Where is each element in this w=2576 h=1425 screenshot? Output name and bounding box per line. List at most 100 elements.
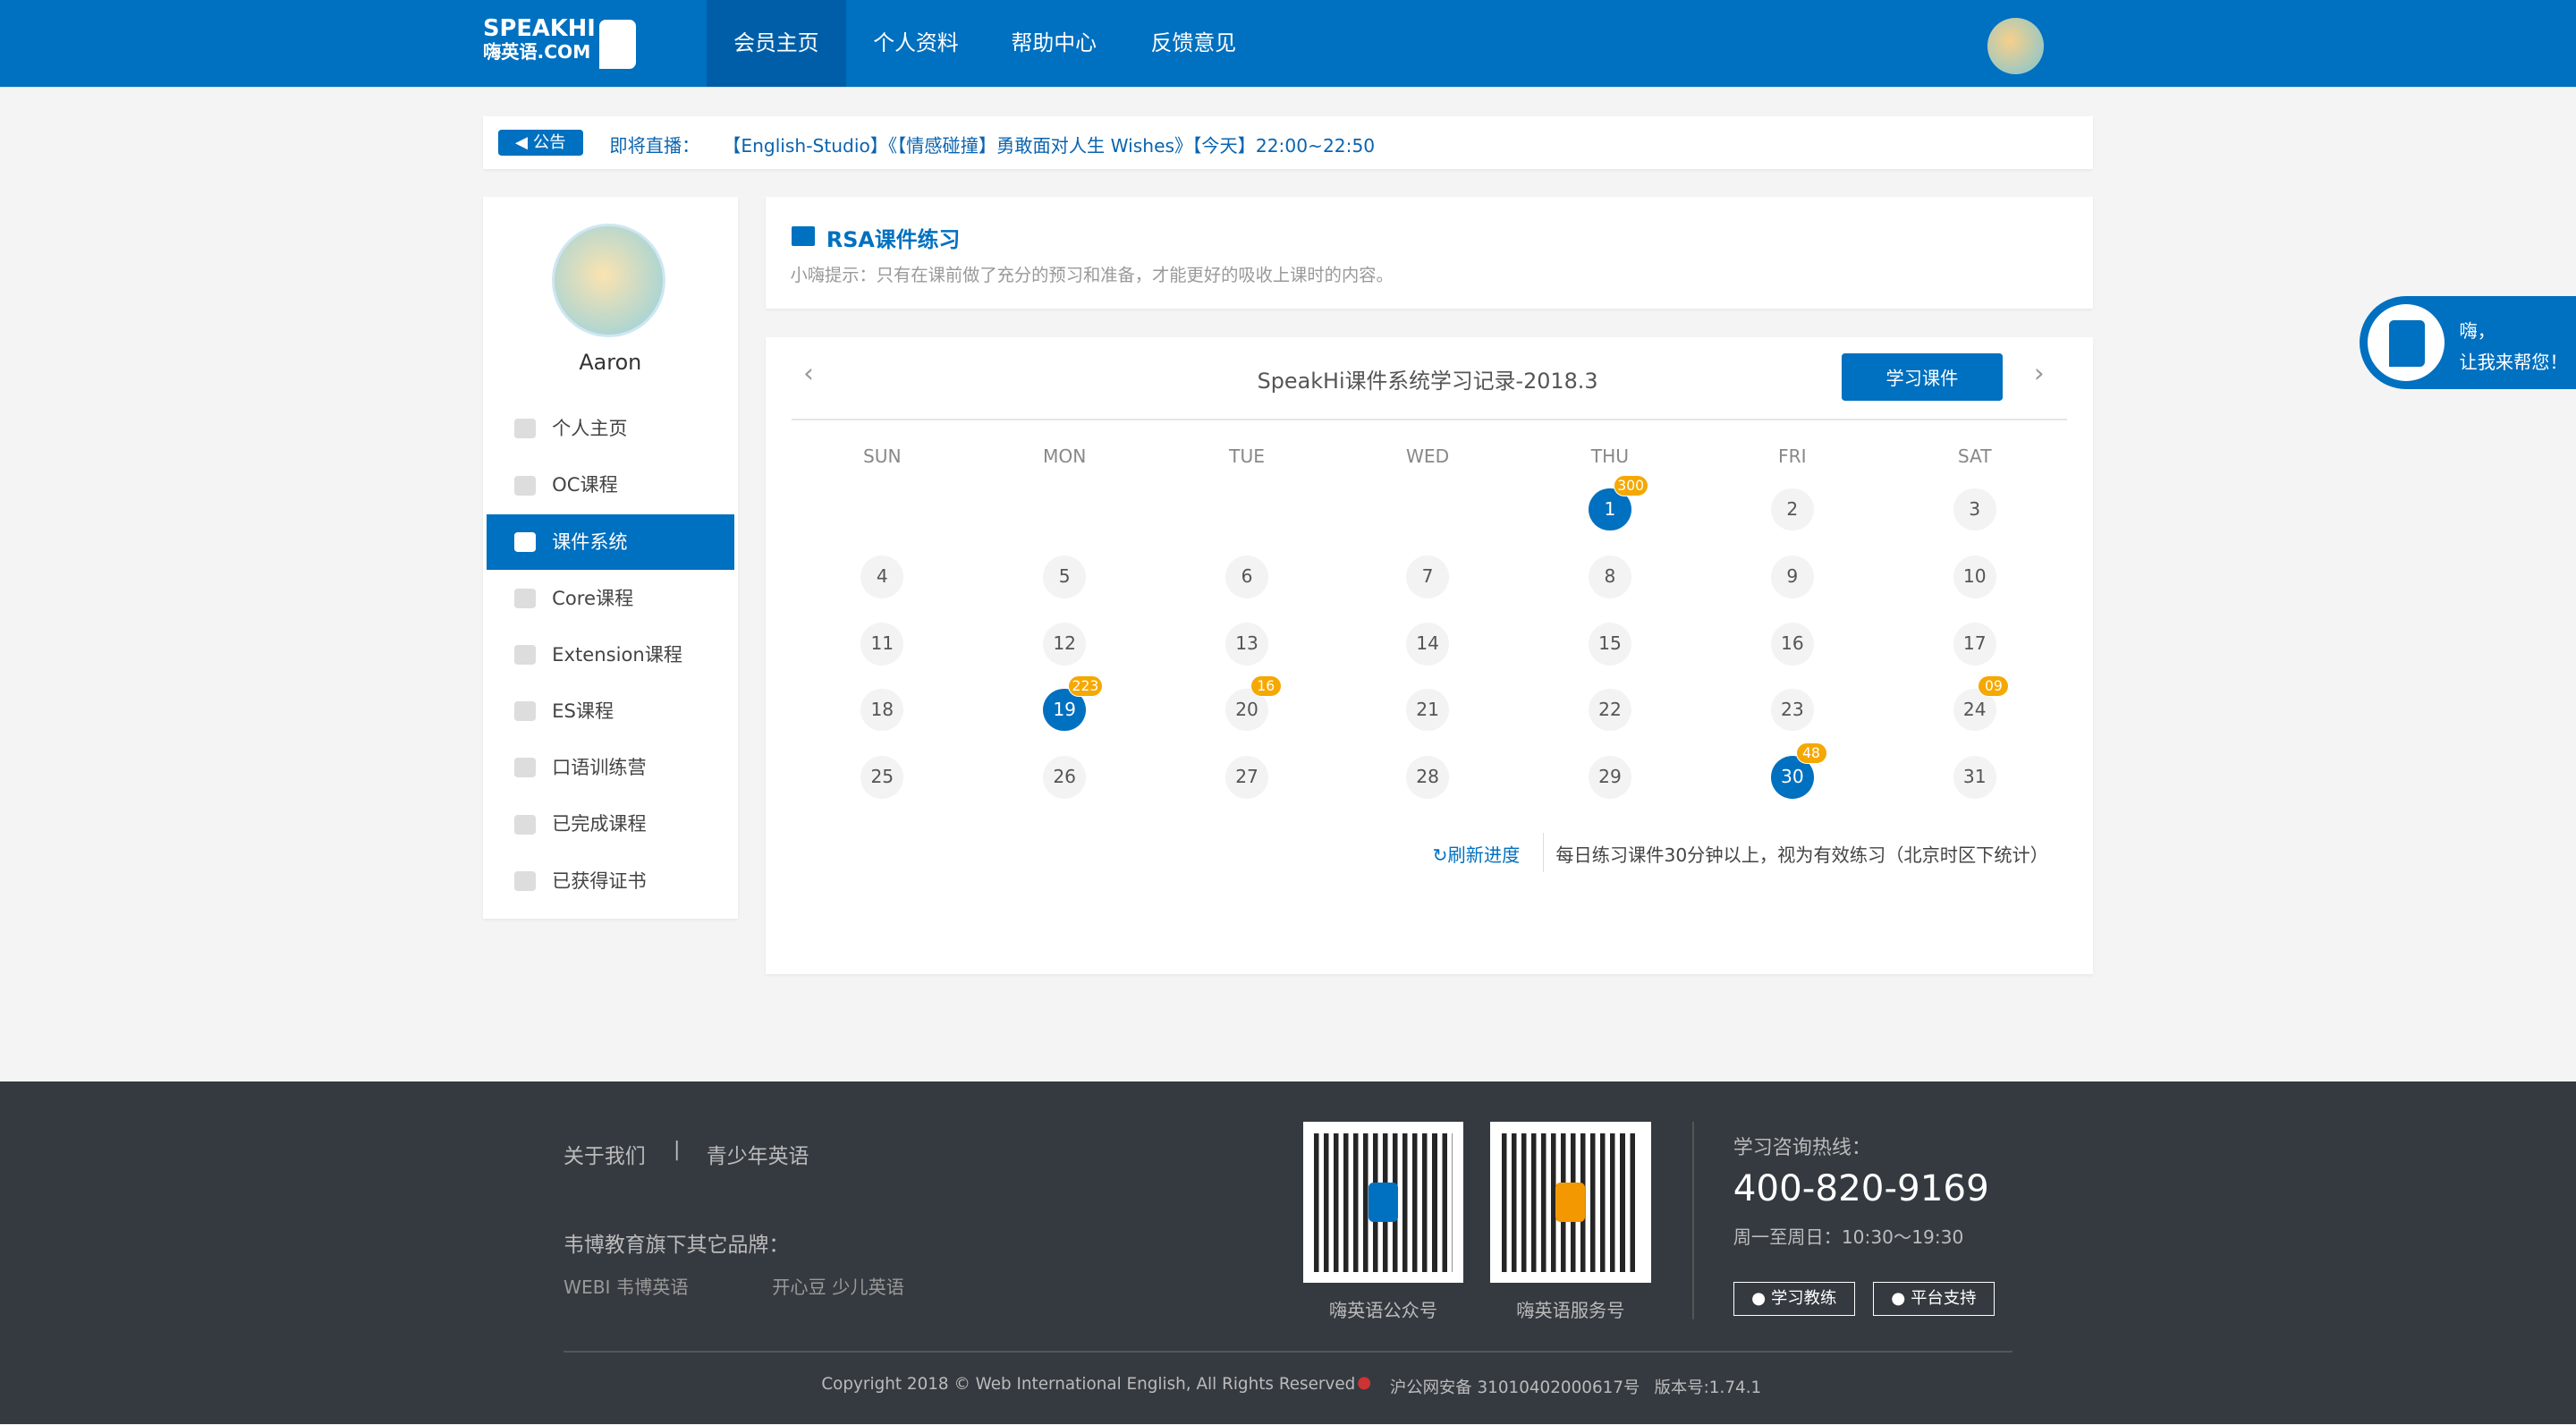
folder-icon [792,226,815,247]
calendar-day[interactable]: 10 [1953,555,1996,598]
owl-logo-icon [599,20,636,70]
section-title: RSA课件练习 [826,226,961,252]
qr1-label: 嗨英语公众号 [1328,1300,1438,1322]
sidebar-item[interactable]: 课件系统 [486,513,734,570]
calendar-day[interactable]: 25 [860,755,904,799]
copyright: Copyright 2018 © Web International Engli… [821,1375,1356,1395]
calendar-day[interactable]: 28 [1406,755,1449,799]
weekday-header: WED [1405,445,1450,467]
section-header [765,197,2093,310]
study-courseware-button[interactable]: 学习课件 [1841,352,2003,402]
sidebar-item[interactable]: 口语训练营 [487,740,734,795]
youth-english-link[interactable]: 青少年英语 [707,1139,809,1169]
calendar-day[interactable]: 4 [860,555,904,598]
calendar-day[interactable]: 8 [1589,555,1631,598]
nav-help[interactable]: 帮助中心 [984,0,1123,87]
user-avatar[interactable] [1987,18,2044,74]
calendar-day[interactable]: 14 [1406,623,1449,666]
nav-member-home[interactable]: 会员主页 [706,0,846,88]
sidebar-item[interactable]: OC课程 [487,457,734,513]
calendar-day[interactable]: 19 223 [1043,674,1103,732]
calendar-day[interactable]: 26 [1043,755,1087,799]
separator: | [674,1138,681,1161]
hotline-label: 学习咨询热线： [1733,1137,1871,1160]
calendar-day[interactable]: 23 [1770,688,1814,732]
sidebar-item-label: Extension课程 [552,642,682,666]
calendar-day[interactable]: 17 [1953,623,1996,666]
calendar-day[interactable]: 1 300 [1589,474,1648,531]
practice-count-badge: 09 [1978,674,2010,697]
practice-count-badge: 300 [1613,474,1648,496]
helper-text: 让我来帮您！ [2459,352,2568,374]
calendar-day[interactable]: 20 16 [1225,674,1282,732]
next-month-icon[interactable]: › [2034,358,2045,388]
logo-subtext: 嗨英语.COM [482,40,591,63]
sidebar-item-icon [513,758,536,778]
calendar-day[interactable]: 16 [1770,623,1814,666]
webi-brand-logo[interactable]: WEBI 韦博英语 [564,1273,689,1299]
calendar-day[interactable]: 5 [1043,555,1087,598]
sidebar-item-label: 个人主页 [552,417,628,440]
calendar-day[interactable]: 29 [1589,755,1631,799]
icp-record[interactable]: 沪公网安备 31010402000617号 [1390,1375,1640,1398]
hotline-number: 400-820-9169 [1733,1166,1989,1210]
calendar-day[interactable]: 30 48 [1770,742,1827,799]
calendar-day[interactable]: 3 [1953,488,1996,531]
weekday-header: FRI [1778,445,1807,467]
sidebar-item-icon [513,645,536,666]
refresh-icon: ↻ [1432,844,1448,867]
sidebar-item-icon [513,419,536,439]
calendar-day[interactable]: 6 [1225,555,1268,598]
notice-link[interactable]: 【English-Studio】《【情感碰撞】勇敢面对人生 Wishes》【今天… [723,131,1375,157]
calendar-day[interactable]: 9 [1770,555,1814,598]
nav-feedback[interactable]: 反馈意见 [1123,0,1263,87]
user-icon: ● [1891,1288,1911,1308]
calendar-day[interactable]: 15 [1589,623,1631,666]
announcement-badge: ◀ 公告 [497,130,584,157]
sidebar-item[interactable]: 个人主页 [487,401,734,456]
calendar-day[interactable]: 22 [1589,688,1631,732]
nav-profile[interactable]: 个人资料 [846,0,986,87]
refresh-progress-button[interactable]: ↻刷新进度 [1433,841,1521,867]
calendar-day[interactable]: 31 [1953,755,1996,799]
calendar-day[interactable]: 13 [1225,623,1268,666]
qr-code-service-account [1489,1122,1651,1284]
calendar-day[interactable]: 18 [860,688,904,732]
sidebar-item[interactable]: Extension课程 [487,627,734,683]
platform-support-button[interactable]: ● 平台支持 [1872,1281,1995,1317]
divider [792,419,2067,421]
calendar-day[interactable]: 24 09 [1953,674,2010,732]
calendar-day[interactable]: 27 [1225,755,1268,799]
calendar-title: SpeakHi课件系统学习记录-2018.3 [1257,368,1598,394]
sidebar-item[interactable]: ES课程 [487,683,734,739]
sidebar-item-label: 已获得证书 [552,869,647,892]
username: Aaron [579,350,642,376]
prev-month-icon[interactable]: ‹ [803,358,814,388]
sidebar-item[interactable]: 已获得证书 [487,853,734,909]
sidebar-item-label: 口语训练营 [552,756,647,779]
study-coach-button[interactable]: ● 学习教练 [1733,1281,1855,1317]
qr-code-public-account [1302,1122,1464,1284]
happy-dou-brand-logo[interactable]: 开心豆 少儿英语 [772,1273,904,1299]
brands-label: 韦博教育旗下其它品牌： [563,1234,790,1257]
practice-note: 每日练习课件30分钟以上，视为有效练习（北京时区下统计） [1555,844,2048,867]
sidebar-item-icon [513,814,536,835]
calendar-day[interactable]: 21 [1406,688,1449,732]
help-widget[interactable]: 嗨， 让我来帮您！ [2359,295,2576,390]
sidebar-item[interactable]: Core课程 [487,571,734,626]
section-hint: 小嗨提示：只有在课前做了充分的预习和准备，才能更好的吸收上课时的内容。 [790,265,1394,286]
about-us-link[interactable]: 关于我们 [564,1139,646,1169]
sidebar-item[interactable]: 已完成课程 [487,796,734,852]
calendar-day[interactable]: 12 [1043,623,1087,666]
divider [1542,833,1545,873]
refresh-label: 刷新进度 [1447,844,1521,867]
notice-prefix: 即将直播： [609,134,700,157]
logo[interactable]: SPEAKHI 嗨英语.COM [482,17,596,64]
sidebar-item-icon [513,475,536,496]
calendar-day[interactable]: 7 [1406,555,1449,598]
practice-count-badge: 48 [1795,742,1827,765]
calendar-day[interactable]: 11 [860,623,904,666]
calendar-day[interactable]: 2 [1770,488,1814,531]
badge-label: 公告 [532,133,566,153]
police-badge-icon: ● [1357,1373,1372,1393]
